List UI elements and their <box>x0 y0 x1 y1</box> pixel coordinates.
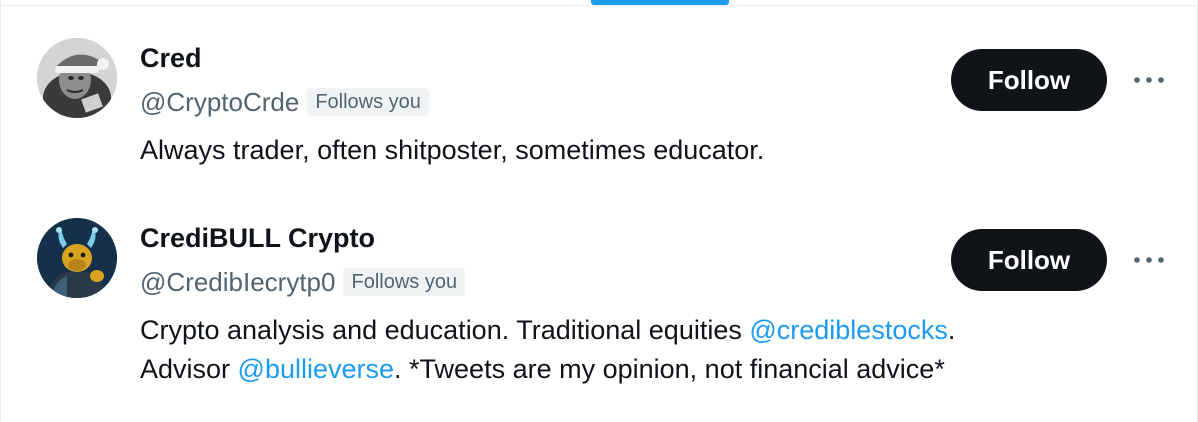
follow-button[interactable]: Follow <box>951 229 1107 291</box>
golden-bull-avatar-icon <box>37 218 117 298</box>
more-options-icon[interactable] <box>1129 240 1169 280</box>
bio-line-2: Advisor @bullieverse. *Tweets are my opi… <box>140 350 1100 389</box>
santa-hat-portrait-avatar-icon <box>37 38 117 118</box>
follows-you-badge: Follows you <box>343 268 466 296</box>
mention-link-bullieverse[interactable]: @bullieverse <box>238 354 394 384</box>
bio-text: . *Tweets are my opinion, not financial … <box>394 354 945 384</box>
user-cell-credibull[interactable]: CrediBULL Crypto @CredibIecrytp0 Follows… <box>1 200 1197 422</box>
avatar[interactable] <box>37 38 117 118</box>
user-handle[interactable]: @CredibIecrytp0 <box>140 266 335 298</box>
more-options-icon[interactable] <box>1129 60 1169 100</box>
bio-text: Advisor <box>140 354 238 384</box>
more-dots-icon <box>1134 77 1164 83</box>
user-display-name[interactable]: Cred <box>140 42 202 74</box>
handle-row: @CredibIecrytp0 Follows you <box>140 266 466 298</box>
more-dots-icon <box>1134 257 1164 263</box>
user-cell-cred[interactable]: Cred @CryptoCrde Follows you Always trad… <box>1 0 1197 200</box>
bio-text: Crypto analysis and education. Tradition… <box>140 315 750 345</box>
follow-button[interactable]: Follow <box>951 49 1107 111</box>
handle-row: @CryptoCrde Follows you <box>140 86 429 118</box>
avatar[interactable] <box>37 218 117 298</box>
bio-text: . <box>947 315 956 345</box>
follows-you-badge: Follows you <box>307 88 429 116</box>
user-bio: Always trader, often shitposter, sometim… <box>140 131 1100 170</box>
user-display-name[interactable]: CrediBULL Crypto <box>140 222 375 254</box>
user-handle[interactable]: @CryptoCrde <box>140 86 299 118</box>
user-bio: Crypto analysis and education. Tradition… <box>140 311 1100 389</box>
user-list: Cred @CryptoCrde Follows you Always trad… <box>0 0 1198 422</box>
bio-text: Always trader, often shitposter, sometim… <box>140 135 765 165</box>
bio-line-1: Crypto analysis and education. Tradition… <box>140 311 1100 350</box>
mention-link-crediblestocks[interactable]: @crediblestocks <box>749 315 947 345</box>
